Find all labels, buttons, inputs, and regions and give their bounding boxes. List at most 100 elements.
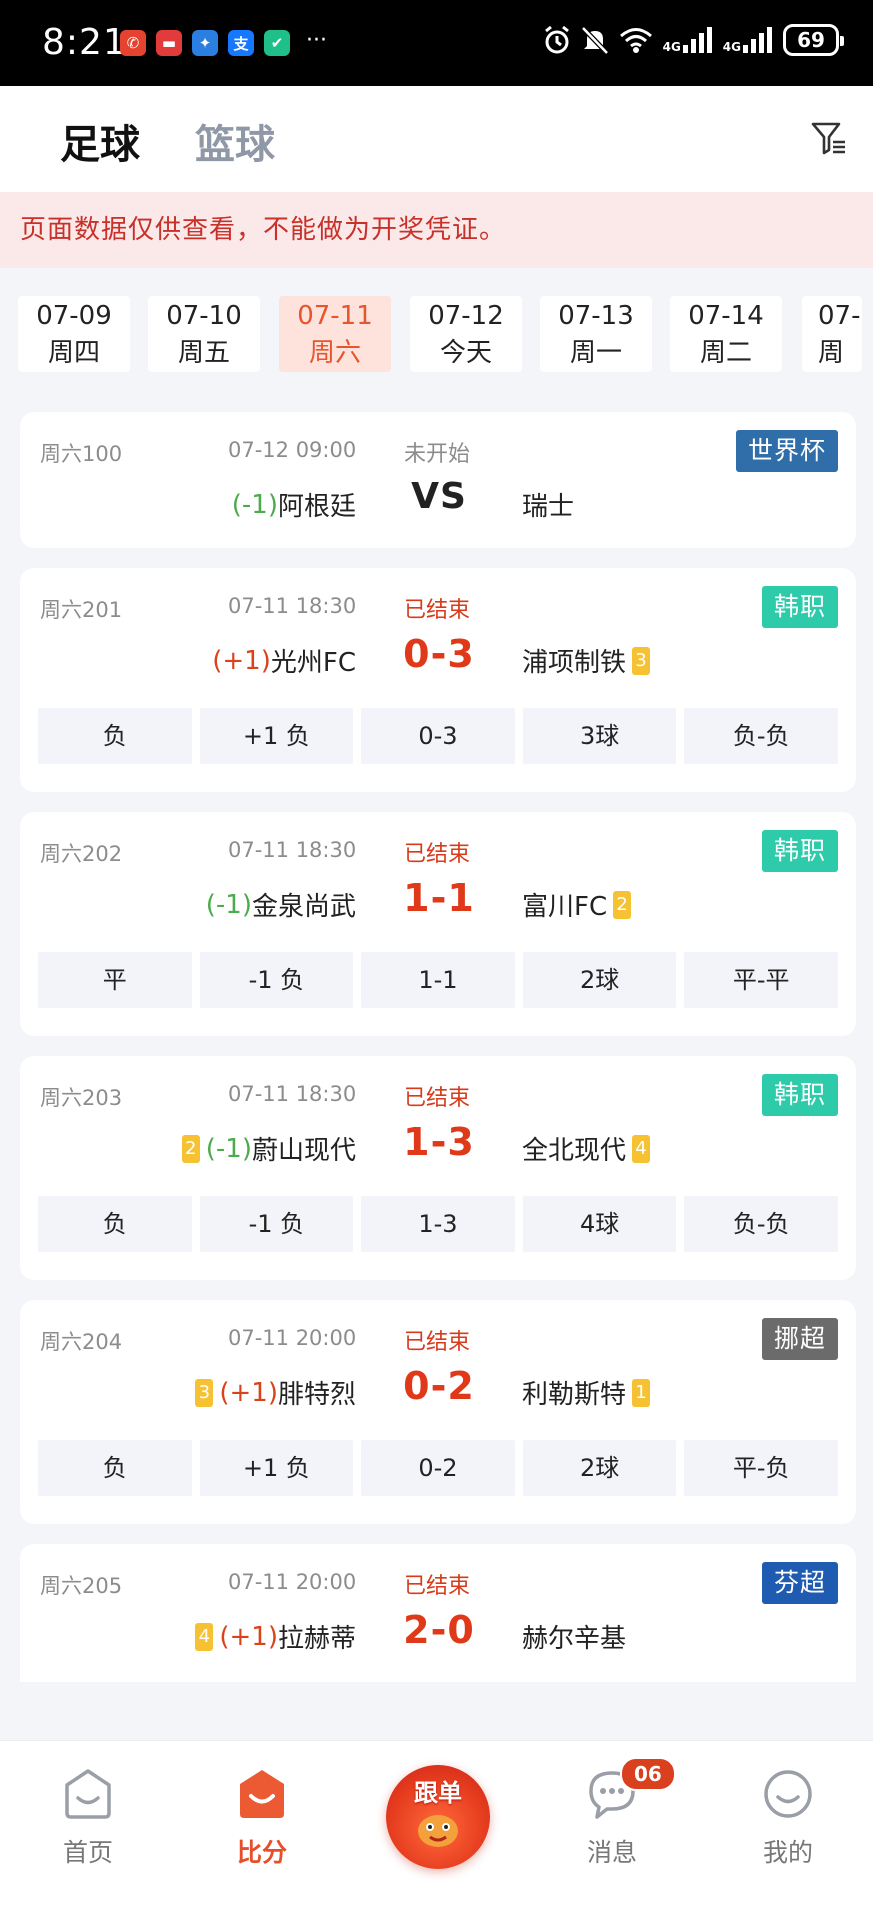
weekday-label: 周一 xyxy=(569,338,622,368)
league-badge: 世界杯 xyxy=(735,430,838,472)
match-score: 1-3 xyxy=(403,1120,475,1164)
top-header: 足球 篮球 xyxy=(0,86,873,192)
yellow-card-count: 4 xyxy=(195,1622,214,1651)
profile-icon xyxy=(764,1770,812,1818)
match-list: 周六100 07-12 09:00 未开始 世界杯 (-1) 阿根廷 VS 瑞士… xyxy=(20,412,856,1682)
away-team-name: 全北现代 xyxy=(522,1136,627,1166)
date-label: 07-14 xyxy=(688,301,764,331)
match-score: 1-1 xyxy=(403,876,475,920)
match-card[interactable]: 周六201 07-11 18:30 已结束 韩职 (+1) 光州FC 0-3 浦… xyxy=(20,568,856,792)
result-cell: +1 负 xyxy=(199,708,354,764)
date-tab[interactable]: 07- 周 xyxy=(802,296,862,372)
away-team-name: 富川FC xyxy=(522,892,608,922)
match-time: 07-11 18:30 xyxy=(228,594,357,618)
status-bar: 8:21 ✆ ▬ ✦ 支 ✔ ··· 4G 4G 69 xyxy=(0,0,873,86)
weekday-label: 今天 xyxy=(439,338,492,368)
date-tab[interactable]: 07-13 周一 xyxy=(540,296,652,372)
yellow-card-count: 3 xyxy=(195,1378,214,1407)
match-time: 07-11 18:30 xyxy=(228,1082,357,1106)
match-number: 周六203 xyxy=(40,1086,123,1110)
match-status: 已结束 xyxy=(404,1330,471,1355)
handicap: (-1) xyxy=(205,889,252,920)
battery-level: 69 xyxy=(797,28,825,52)
away-team-name: 浦项制铁 xyxy=(522,648,627,678)
date-tab[interactable]: 07-14 周二 xyxy=(670,296,782,372)
result-cell: 负-负 xyxy=(684,1196,838,1252)
match-number: 周六100 xyxy=(40,442,123,466)
match-status: 未开始 xyxy=(404,442,471,467)
league-badge: 挪超 xyxy=(761,1318,838,1360)
handicap: (+1) xyxy=(219,1621,278,1652)
match-card[interactable]: 周六202 07-11 18:30 已结束 韩职 (-1) 金泉尚武 1-1 富… xyxy=(20,812,856,1036)
away-team: 瑞士 xyxy=(522,486,574,523)
yellow-card-count: 2 xyxy=(613,890,632,919)
match-card[interactable]: 周六205 07-11 20:00 已结束 芬超 4 (+1) 拉赫蒂 2-0 … xyxy=(20,1544,856,1682)
result-cell: 负 xyxy=(38,1440,192,1496)
match-status: 已结束 xyxy=(404,1086,471,1111)
away-team: 利勒斯特 1 xyxy=(522,1374,656,1411)
nav-score-label: 比分 xyxy=(236,1838,287,1867)
match-time: 07-11 20:00 xyxy=(228,1326,357,1350)
match-card[interactable]: 周六203 07-11 18:30 已结束 韩职 2 (-1) 蔚山现代 1-3… xyxy=(20,1056,856,1280)
home-team: (-1) 金泉尚武 xyxy=(206,886,356,923)
filter-icon[interactable] xyxy=(809,118,849,158)
match-card[interactable]: 周六204 07-11 20:00 已结束 挪超 3 (+1) 腓特烈 0-2 … xyxy=(20,1300,856,1524)
disclaimer-notice: 页面数据仅供查看，不能做为开奖凭证。 xyxy=(0,192,873,268)
result-row: 负 +1 负 0-2 2球 平-负 xyxy=(38,1440,838,1496)
date-tab[interactable]: 07-09 周四 xyxy=(18,296,130,372)
match-time: 07-12 09:00 xyxy=(228,438,357,462)
home-team: 2 (-1) 蔚山现代 xyxy=(176,1130,356,1167)
weekday-label: 周五 xyxy=(177,338,230,368)
away-team: 富川FC 2 xyxy=(522,886,637,923)
yellow-card-count: 3 xyxy=(632,646,651,675)
date-selector: 07-09 周四 07-10 周五 07-11 周六 07-12 今天 07-1… xyxy=(0,296,873,374)
nav-mine[interactable]: 我的 xyxy=(728,1767,848,1869)
result-cell: 1-1 xyxy=(361,952,515,1008)
home-team-name: 金泉尚武 xyxy=(251,892,356,922)
alarm-icon xyxy=(544,25,569,54)
match-score: VS xyxy=(411,476,467,517)
match-time: 07-11 20:00 xyxy=(228,1570,357,1594)
tab-football[interactable]: 足球 xyxy=(60,112,140,170)
date-label: 07-12 xyxy=(428,301,504,331)
battery-icon: 69 xyxy=(783,24,844,56)
nav-score[interactable]: 比分 xyxy=(202,1767,322,1869)
home-team: (-1) 阿根廷 xyxy=(232,486,356,523)
handicap: (+1) xyxy=(219,1377,278,1408)
yellow-card-count: 1 xyxy=(632,1378,651,1407)
away-team-name: 瑞士 xyxy=(522,492,575,522)
system-icons: 4G 4G 69 xyxy=(543,24,844,56)
follow-order-button[interactable]: 跟单 xyxy=(386,1765,490,1869)
network-type-label: 4G xyxy=(722,40,741,54)
app-notification-icon: ▬ xyxy=(156,30,182,56)
notification-icons: ✆ ▬ ✦ 支 ✔ ··· xyxy=(120,30,327,56)
league-badge: 韩职 xyxy=(761,830,838,872)
match-card[interactable]: 周六100 07-12 09:00 未开始 世界杯 (-1) 阿根廷 VS 瑞士 xyxy=(20,412,856,548)
handicap: (+1) xyxy=(212,645,271,676)
league-badge: 韩职 xyxy=(761,586,838,628)
home-team-name: 拉赫蒂 xyxy=(277,1624,356,1654)
away-team: 赫尔辛基 xyxy=(522,1618,626,1655)
date-tab-selected[interactable]: 07-11 周六 xyxy=(279,296,391,372)
weekday-label: 周六 xyxy=(308,338,361,368)
weekday-label: 周二 xyxy=(699,338,752,368)
match-score: 2-0 xyxy=(403,1608,475,1652)
signal-icon: 4G xyxy=(663,27,713,53)
date-tab[interactable]: 07-10 周五 xyxy=(148,296,260,372)
away-team: 浦项制铁 3 xyxy=(522,642,656,679)
home-team-name: 光州FC xyxy=(270,648,356,678)
shield-icon: ✔ xyxy=(264,30,290,56)
home-icon xyxy=(65,1769,111,1819)
nav-home[interactable]: 首页 xyxy=(28,1767,148,1869)
app-notification-icon: ✆ xyxy=(120,30,146,56)
home-team-name: 蔚山现代 xyxy=(251,1136,356,1166)
match-number: 周六204 xyxy=(40,1330,123,1354)
result-cell: 2球 xyxy=(522,1440,677,1496)
date-tab-today[interactable]: 07-12 今天 xyxy=(410,296,522,372)
result-cell: 负-负 xyxy=(684,708,838,764)
nav-home-label: 首页 xyxy=(62,1838,113,1867)
result-cell: 负 xyxy=(38,708,192,764)
tab-basketball[interactable]: 篮球 xyxy=(195,112,275,170)
weekday-label: 周 xyxy=(818,338,845,368)
result-cell: 负 xyxy=(38,1196,192,1252)
